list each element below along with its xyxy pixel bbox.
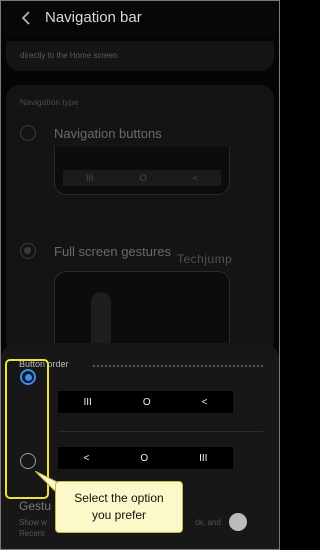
gesture-hints-title: Gestu [19,499,52,513]
button-order-option-1-preview[interactable]: III O < [58,391,233,413]
navigation-type-label: Navigation type [20,97,79,107]
full-screen-gestures-label[interactable]: Full screen gestures [54,244,171,259]
navigation-buttons-radio[interactable] [20,125,36,141]
watermark-logo [229,513,247,531]
description-card: directly to the Home screen. [6,41,274,71]
preview-nav-bar: III O < [63,170,221,186]
button-order-option-2-preview[interactable]: < O III [58,447,233,469]
instruction-callout: Select the option you prefer [55,481,183,533]
full-screen-gestures-radio[interactable] [20,243,36,259]
gesture-hints-description-end: ck, and [195,518,221,527]
screen: Navigation bar directly to the Home scre… [0,0,280,550]
callout-line-1: Select the option [74,491,164,505]
navigation-buttons-preview[interactable]: III O < [54,147,230,195]
back-arrow-icon[interactable] [19,10,33,26]
back-icon: < [201,396,208,408]
back-icon: < [83,452,90,464]
gesture-hints-description-start: Show w [19,518,48,527]
watermark-text: Techjump [177,252,233,266]
back-icon: < [192,173,198,183]
page-title: Navigation bar [45,9,142,26]
recents-icon: III [199,452,208,464]
home-icon: O [142,396,151,408]
option-divider [58,431,263,432]
description-text: directly to the Home screen. [20,51,120,60]
recents-icon: III [86,173,94,183]
navigation-type-card: Navigation type Navigation buttons III O… [6,85,274,356]
navigation-buttons-label[interactable]: Navigation buttons [54,126,162,141]
callout-line-2: you prefer [91,508,147,522]
app-header: Navigation bar [1,1,279,37]
section-divider [93,365,263,367]
recents-icon: III [83,396,92,408]
gesture-hints-description-line2: Recent [19,529,45,538]
home-icon: O [140,452,149,464]
home-icon: O [139,173,147,183]
